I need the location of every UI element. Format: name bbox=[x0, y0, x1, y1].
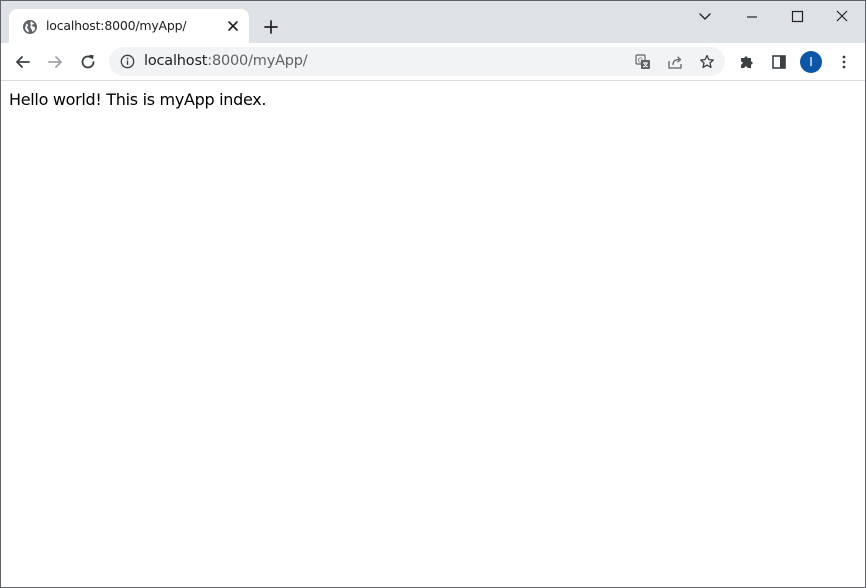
maximize-icon[interactable] bbox=[787, 7, 807, 27]
bookmark-star-icon[interactable] bbox=[699, 54, 715, 70]
url-path: :8000/myApp/ bbox=[207, 53, 308, 69]
close-window-icon[interactable] bbox=[832, 7, 852, 27]
forward-arrow-right-icon[interactable] bbox=[45, 52, 65, 72]
profile-avatar[interactable]: I bbox=[800, 51, 822, 73]
extensions-puzzle-icon[interactable] bbox=[738, 53, 756, 71]
tab-close-icon[interactable] bbox=[225, 18, 241, 34]
share-icon[interactable] bbox=[667, 54, 683, 70]
reload-icon[interactable] bbox=[78, 52, 98, 72]
tab-active[interactable]: localhost:8000/myApp/ bbox=[9, 9, 249, 43]
new-tab-plus-icon[interactable] bbox=[262, 18, 280, 36]
page-content: Hello world! This is myApp index. bbox=[1, 81, 865, 587]
minimize-icon[interactable] bbox=[742, 7, 762, 27]
back-arrow-left-icon[interactable] bbox=[13, 52, 33, 72]
site-info-icon[interactable] bbox=[120, 54, 135, 69]
tab-strip: localhost:8000/myApp/ bbox=[1, 1, 865, 43]
tab-search-chevron-down-icon[interactable] bbox=[695, 7, 715, 27]
url-host: localhost bbox=[144, 53, 208, 69]
globe-icon bbox=[22, 19, 38, 35]
page-body-text: Hello world! This is myApp index. bbox=[9, 90, 267, 109]
side-panel-icon[interactable] bbox=[770, 53, 788, 71]
browser-window: localhost:8000/myApp/ localhost:8000/myA… bbox=[0, 0, 866, 588]
address-bar[interactable]: localhost:8000/myApp/ G bbox=[109, 47, 725, 76]
browser-toolbar: localhost:8000/myApp/ G I bbox=[1, 43, 865, 81]
url-text[interactable]: localhost:8000/myApp/ bbox=[144, 53, 308, 69]
tab-title: localhost:8000/myApp/ bbox=[46, 18, 187, 33]
translate-icon[interactable]: G bbox=[635, 54, 651, 70]
kebab-menu-icon[interactable] bbox=[835, 53, 853, 71]
